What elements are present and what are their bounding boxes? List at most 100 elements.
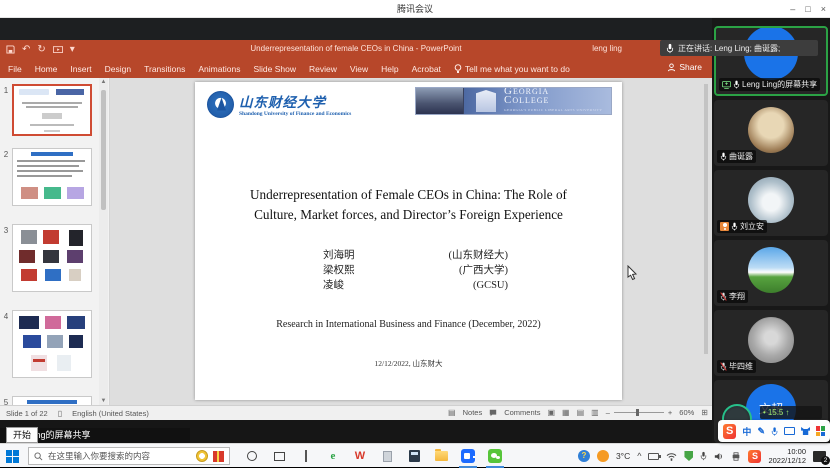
thumb-number: 2 <box>0 148 12 206</box>
gift-icon[interactable] <box>213 451 224 462</box>
comments-button[interactable]: Comments <box>504 408 540 417</box>
screen-share-icon <box>722 81 731 89</box>
show-hidden-icons[interactable]: ^ <box>637 451 641 461</box>
alarm-clock-icon[interactable] <box>196 450 208 462</box>
slideshow-view-icon[interactable]: ▥ <box>591 408 599 417</box>
wifi-icon[interactable] <box>666 452 677 461</box>
wps-icon[interactable]: W <box>353 449 367 463</box>
task-view-icon[interactable] <box>274 452 285 461</box>
tencent-meeting-icon[interactable] <box>461 449 475 463</box>
calculator-icon[interactable] <box>409 450 420 462</box>
handwrite-icon[interactable]: ✎ <box>757 426 765 437</box>
taskbar-search-input[interactable]: 在这里输入你要搜索的内容 <box>28 447 230 465</box>
participant-tile-bisiwei[interactable]: 毕四维 <box>714 310 828 376</box>
action-center-icon[interactable]: 2 <box>813 451 826 462</box>
comments-icon[interactable] <box>489 409 497 417</box>
security-shield-icon[interactable] <box>684 451 693 461</box>
start-button[interactable] <box>6 450 19 463</box>
ppt-signed-in-user[interactable]: leng ling <box>592 44 622 53</box>
tab-slideshow[interactable]: Slide Show <box>253 64 296 74</box>
normal-view-icon[interactable]: ▣ <box>547 408 555 417</box>
author-row: 梁权熙 (广西大学) <box>323 263 508 278</box>
speaker-icon[interactable] <box>714 452 724 461</box>
sogou-tray-icon[interactable]: S <box>748 450 761 463</box>
participant-tile-lixiang[interactable]: 李翔 <box>714 240 828 306</box>
notes-app-icon[interactable] <box>383 451 392 462</box>
undo-icon[interactable]: ↶ <box>22 44 30 55</box>
skin-icon[interactable] <box>801 427 810 435</box>
zoom-percentage[interactable]: 60% <box>679 408 694 417</box>
canvas-scrollbar[interactable] <box>702 80 710 380</box>
notes-button[interactable]: Notes <box>463 408 483 417</box>
zoom-in-icon[interactable]: + <box>668 408 672 417</box>
tab-animations[interactable]: Animations <box>198 64 240 74</box>
tab-home[interactable]: Home <box>35 64 58 74</box>
help-tray-icon[interactable]: ? <box>578 450 590 462</box>
minimize-icon[interactable]: – <box>790 4 795 14</box>
slide-thumbnail-1[interactable] <box>12 84 92 136</box>
participant-tile-liulian[interactable]: 刘立安 <box>714 170 828 236</box>
ppt-document-title: Underrepresentation of female CEOs in Ch… <box>180 44 532 53</box>
participant-tile-lengling-share[interactable]: Leng Ling的屏幕共享 <box>714 26 828 96</box>
participant-name: Leng Ling的屏幕共享 <box>742 79 817 90</box>
file-explorer-icon[interactable] <box>435 451 448 461</box>
fit-slide-icon[interactable]: ⊞ <box>701 408 708 417</box>
sogou-logo-icon[interactable]: S <box>723 424 736 439</box>
thumb-number: 3 <box>0 224 12 292</box>
start-slideshow-icon[interactable] <box>53 46 63 54</box>
tab-design[interactable]: Design <box>105 64 131 74</box>
close-icon[interactable]: × <box>821 4 826 14</box>
slide-thumbnail-4[interactable] <box>12 310 92 378</box>
slide-thumbnail-3[interactable] <box>12 224 92 292</box>
printer-icon[interactable] <box>731 452 741 461</box>
redo-icon[interactable]: ↻ <box>37 44 45 55</box>
wechat-icon[interactable] <box>488 449 502 463</box>
thumb-number: 1 <box>0 84 12 136</box>
soft-keyboard-icon[interactable] <box>784 427 795 435</box>
thumbnail-scrollbar[interactable]: ▲ ▼ <box>99 78 108 405</box>
pinned-app-icon[interactable] <box>305 450 307 462</box>
language-status[interactable]: English (United States) <box>72 409 149 418</box>
search-placeholder: 在这里输入你要搜索的内容 <box>48 450 150 462</box>
tab-acrobat[interactable]: Acrobat <box>412 64 441 74</box>
qat-dropdown-icon[interactable]: ▾ <box>70 44 75 55</box>
accessibility-icon[interactable]: ▯ <box>58 409 62 418</box>
weather-temp[interactable]: 3°C <box>616 451 630 461</box>
zoom-slider[interactable]: – + <box>606 408 673 417</box>
slide-thumbnail-2[interactable] <box>12 148 92 206</box>
sogou-input-toolbar[interactable]: S 中 ✎ <box>718 420 830 442</box>
sdufe-name-cn: 山东财经大学 <box>239 91 351 111</box>
participant-tile-qudanlu[interactable]: 曲诞露 <box>714 100 828 166</box>
zoom-out-icon[interactable]: – <box>606 408 610 417</box>
mic-muted-icon <box>720 362 727 371</box>
reading-view-icon[interactable]: ▤ <box>577 408 585 417</box>
maximize-icon[interactable]: □ <box>805 4 810 14</box>
georgia-college-logo: Georgia College GEORGIA'S PUBLIC LIBERAL… <box>415 87 612 115</box>
weather-icon[interactable] <box>597 450 609 462</box>
tray-mic-icon[interactable] <box>700 451 707 461</box>
tab-insert[interactable]: Insert <box>70 64 91 74</box>
cortana-icon[interactable] <box>247 451 257 461</box>
slide-sorter-icon[interactable]: ▦ <box>562 408 570 417</box>
scroll-up-icon[interactable]: ▲ <box>99 79 108 85</box>
tab-help[interactable]: Help <box>381 64 398 74</box>
tell-me-box[interactable]: Tell me what you want to do <box>454 64 570 74</box>
mic-on-icon <box>720 152 727 161</box>
current-slide[interactable]: 山东财经大学 Shandong University of Finance an… <box>195 82 622 400</box>
notification-badge: 2 <box>821 456 830 465</box>
save-icon[interactable] <box>6 45 15 54</box>
browser-icon[interactable]: e <box>326 449 340 463</box>
zoom-knob[interactable] <box>636 409 639 416</box>
toolbox-icon[interactable] <box>816 426 825 436</box>
scroll-down-icon[interactable]: ▼ <box>99 398 108 404</box>
taskbar-clock[interactable]: 10:00 2022/12/12 <box>768 447 806 465</box>
speaking-text: 正在讲话: Leng Ling; 曲诞露; <box>678 43 780 54</box>
tab-file[interactable]: File <box>8 64 22 74</box>
voice-input-icon[interactable] <box>771 426 778 437</box>
battery-icon[interactable] <box>648 453 659 460</box>
chinese-mode-icon[interactable]: 中 <box>742 425 751 438</box>
tab-view[interactable]: View <box>350 64 368 74</box>
tab-transitions[interactable]: Transitions <box>144 64 185 74</box>
tab-review[interactable]: Review <box>309 64 337 74</box>
ppt-share-button[interactable]: Share <box>667 62 702 72</box>
